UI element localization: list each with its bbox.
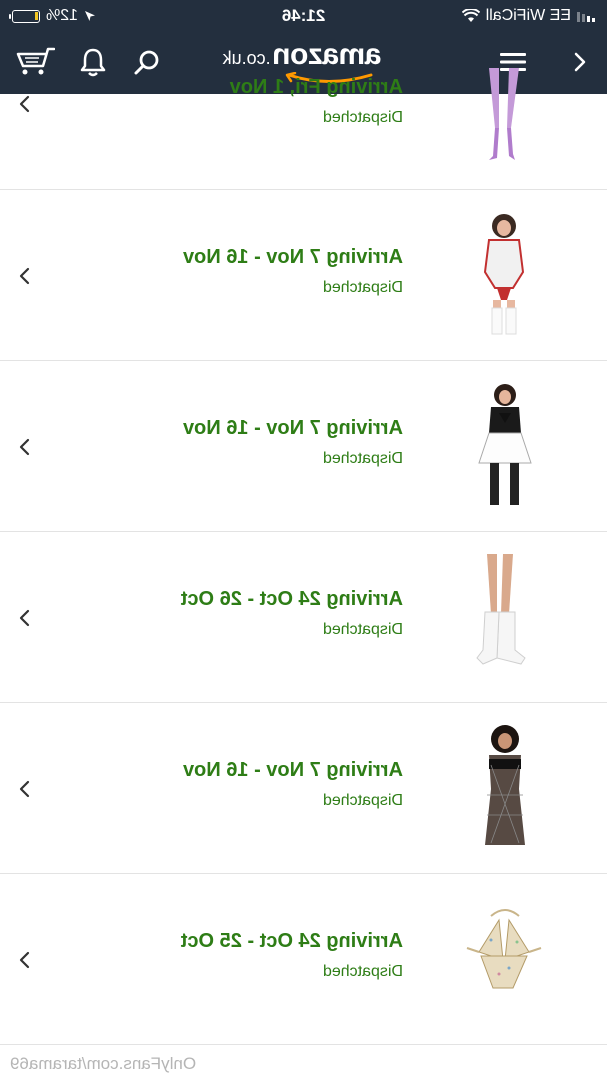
order-status: Dispatched [322,792,403,809]
order-status: Dispatched [322,450,403,467]
order-text: Arriving 7 Nov - 16 Nov Dispatched [143,417,403,468]
order-text: Arriving 7 Nov - 16 Nov Dispatched [143,759,403,810]
order-status: Dispatched [322,279,403,296]
order-row[interactable]: Arriving 7 Nov - 16 Nov Dispatched [0,361,607,532]
status-bar: EE WiFiCall 21:46 12% [0,0,607,32]
battery-icon [12,9,40,23]
sequin-bikini-product-image [459,896,549,1022]
fishnet-dress-product-image [459,725,549,851]
chevron-right-icon [19,95,30,113]
order-row[interactable]: Arriving 24 Oct - 26 Oct Dispatched [0,532,607,703]
order-row[interactable]: Arriving Fri, 1 Nov Dispatched [0,68,607,190]
battery-group: 12% [12,7,96,25]
chevron-right-icon [19,951,30,969]
order-text: Arriving Fri, 1 Nov Dispatched [143,76,403,127]
nurse-costume-product-image [459,212,549,338]
order-row[interactable]: Arriving 7 Nov - 16 Nov Dispatched [0,190,607,361]
chevron-right-icon [19,267,30,285]
watermark-text: OnlyFans.com/tarama69 [10,1054,197,1073]
arrival-date: Arriving 7 Nov - 16 Nov [182,417,403,439]
order-status: Dispatched [322,621,403,638]
arrival-date: Arriving 7 Nov - 16 Nov [182,246,403,268]
chevron-right-icon [19,609,30,627]
arrival-date: Arriving 24 Oct - 26 Oct [180,588,403,610]
arrival-date: Arriving 7 Nov - 16 Nov [182,759,403,781]
order-text: Arriving 24 Oct - 25 Oct Dispatched [143,930,403,981]
order-status: Dispatched [322,963,403,980]
arrival-date: Arriving 24 Oct - 25 Oct [180,930,403,952]
cart-icon[interactable] [15,42,55,82]
leg-warmers-product-image [459,554,549,680]
logo-tld: .co.uk [222,48,271,68]
watermark-bar: OnlyFans.com/tarama69 [0,1048,607,1079]
order-row[interactable]: Arriving 7 Nov - 16 Nov Dispatched [0,703,607,874]
order-text: Arriving 7 Nov - 16 Nov Dispatched [143,246,403,297]
maid-costume-product-image [459,383,549,509]
arrival-date: Arriving Fri, 1 Nov [229,76,403,98]
back-chevron-icon[interactable] [559,42,599,82]
order-status: Dispatched [322,109,403,126]
order-text: Arriving 24 Oct - 26 Oct Dispatched [143,588,403,639]
logo-text: amazon [272,38,382,71]
bell-icon[interactable] [73,42,113,82]
location-arrow-icon [85,11,96,21]
chevron-right-icon [19,438,30,456]
battery-percent: 12% [46,7,79,24]
order-row[interactable]: Arriving 24 Oct - 25 Oct Dispatched [0,874,607,1045]
chevron-right-icon [19,780,30,798]
orders-list: Arriving Fri, 1 Nov Dispatched Arriving … [0,68,607,1045]
stockings-product-image [459,68,549,194]
